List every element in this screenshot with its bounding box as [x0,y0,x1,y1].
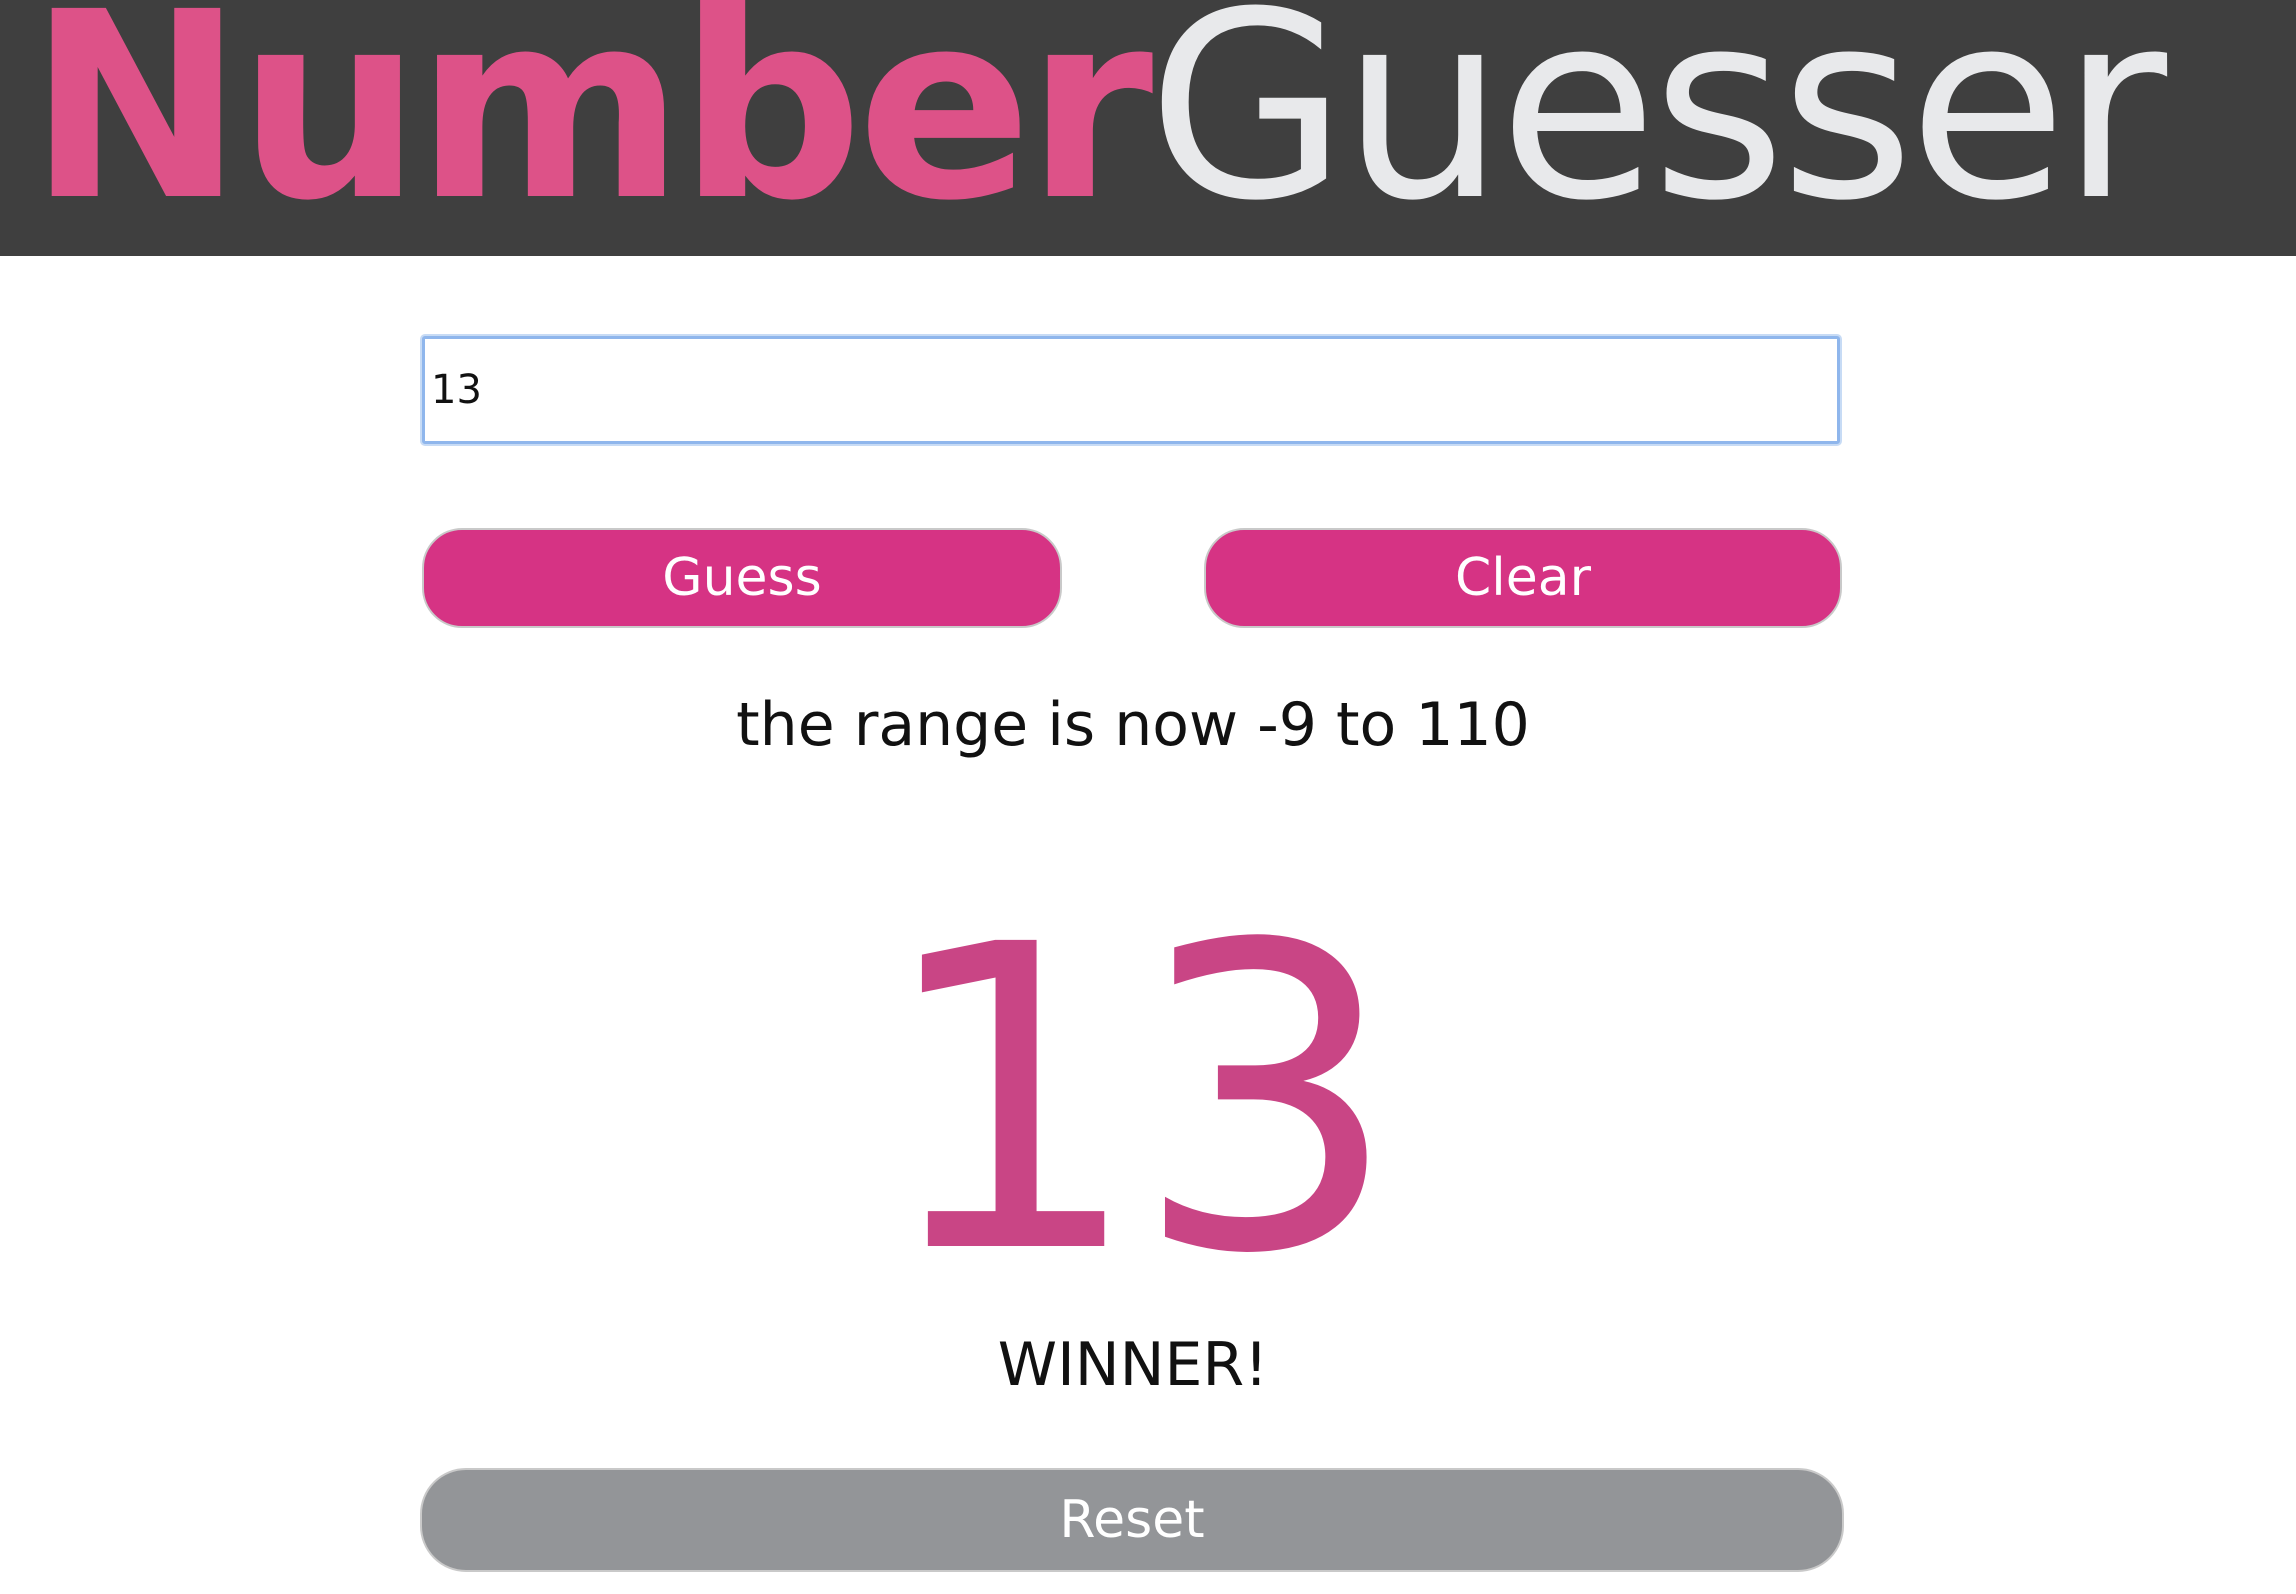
guess-button[interactable]: Guess [422,528,1062,628]
guess-input[interactable] [422,336,1840,444]
guess-button-label: Guess [662,548,822,608]
app-header: NumberGuesser [0,0,2296,256]
title-number-text: Number [28,0,1153,256]
reset-button[interactable]: Reset [420,1468,1844,1572]
last-guess-number: 13 [875,857,1400,1346]
app-title: NumberGuesser [28,0,2167,236]
title-guesser-text: Guesser [1147,0,2167,256]
reset-button-label: Reset [1059,1490,1205,1550]
clear-button-label: Clear [1455,548,1591,608]
clear-button[interactable]: Clear [1204,528,1842,628]
range-message: the range is now -9 to 110 [736,690,1530,760]
result-message: WINNER! [997,1330,1269,1400]
